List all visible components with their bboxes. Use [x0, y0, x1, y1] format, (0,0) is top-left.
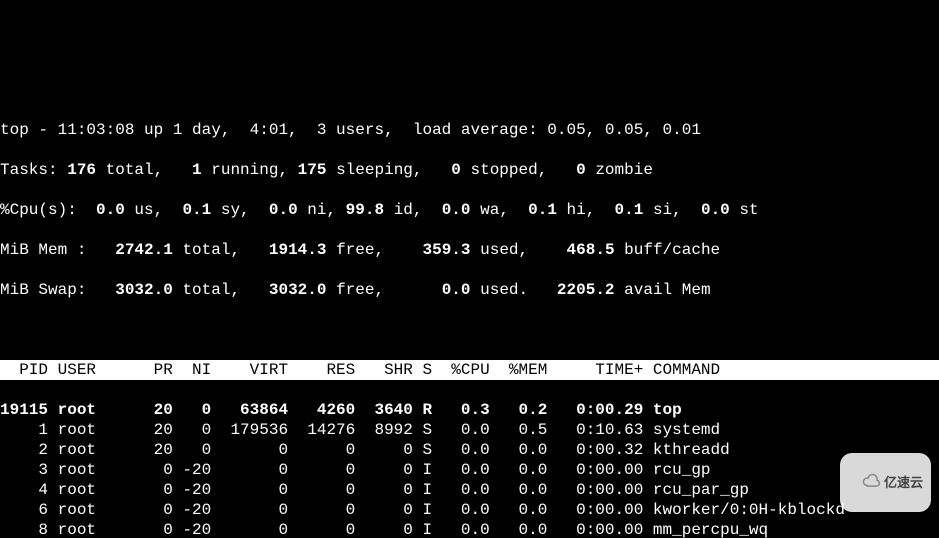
watermark-logo: 亿速云: [840, 453, 931, 512]
column-header-row[interactable]: PID USER PR NI VIRT RES SHR S %CPU %MEM …: [0, 360, 939, 380]
summary-swap: MiB Swap: 3032.0 total, 3032.0 free, 0.0…: [0, 280, 939, 300]
watermark-text: 亿速云: [884, 475, 923, 491]
process-list[interactable]: 19115 root 20 0 63864 4260 3640 R 0.3 0.…: [0, 400, 939, 538]
process-row[interactable]: 4 root 0 -20 0 0 0 I 0.0 0.0 0:00.00 rcu…: [0, 480, 939, 500]
summary-line-1: top - 11:03:08 up 1 day, 4:01, 3 users, …: [0, 120, 939, 140]
cloud-icon: [848, 455, 880, 510]
process-row[interactable]: 19115 root 20 0 63864 4260 3640 R 0.3 0.…: [0, 400, 939, 420]
summary-tasks: Tasks: 176 total, 1 running, 175 sleepin…: [0, 160, 939, 180]
process-row[interactable]: 8 root 0 -20 0 0 0 I 0.0 0.0 0:00.00 mm_…: [0, 520, 939, 538]
top-terminal[interactable]: top - 11:03:08 up 1 day, 4:01, 3 users, …: [0, 100, 939, 538]
process-row[interactable]: 6 root 0 -20 0 0 0 I 0.0 0.0 0:00.00 kwo…: [0, 500, 939, 520]
process-row[interactable]: 3 root 0 -20 0 0 0 I 0.0 0.0 0:00.00 rcu…: [0, 460, 939, 480]
process-row[interactable]: 1 root 20 0 179536 14276 8992 S 0.0 0.5 …: [0, 420, 939, 440]
summary-mem: MiB Mem : 2742.1 total, 1914.3 free, 359…: [0, 240, 939, 260]
process-row[interactable]: 2 root 20 0 0 0 0 S 0.0 0.0 0:00.32 kthr…: [0, 440, 939, 460]
summary-cpu: %Cpu(s): 0.0 us, 0.1 sy, 0.0 ni, 99.8 id…: [0, 200, 939, 220]
